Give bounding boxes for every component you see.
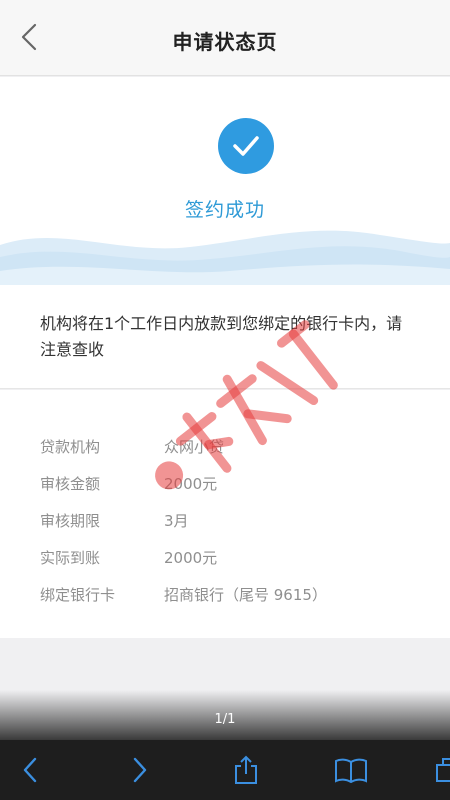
tabs-icon[interactable] — [430, 752, 450, 788]
detail-row: 实际到账 2000元 — [0, 539, 450, 576]
detail-row: 贷款机构 众网小贷 — [0, 428, 450, 465]
detail-value: 2000元 — [164, 475, 218, 493]
wave-decoration — [0, 230, 450, 285]
page-indicator: 1/1 — [214, 712, 236, 727]
detail-label: 实际到账 — [40, 549, 101, 567]
detail-label: 贷款机构 — [40, 438, 101, 456]
detail-row: 审核期限 3月 — [0, 502, 450, 539]
detail-value: 众网小贷 — [164, 438, 225, 456]
detail-row: 绑定银行卡 招商银行（尾号 9615） — [0, 576, 450, 613]
loan-details: 贷款机构 众网小贷 审核金额 2000元 审核期限 3月 实际到账 2000元 … — [0, 390, 450, 638]
share-icon[interactable] — [228, 752, 264, 788]
status-hero: 签约成功 — [0, 77, 450, 285]
page-title: 申请状态页 — [172, 30, 278, 54]
detail-value: 3月 — [164, 512, 189, 530]
detail-row: 审核金额 2000元 — [0, 465, 450, 502]
forward-icon[interactable] — [122, 752, 158, 788]
check-circle-icon — [218, 118, 274, 174]
detail-label: 绑定银行卡 — [40, 586, 116, 604]
disbursement-notice: 机构将在1个工作日内放款到您绑定的银行卡内，请注意查收 — [0, 285, 450, 389]
detail-label: 审核期限 — [40, 512, 101, 530]
detail-value: 2000元 — [164, 549, 218, 567]
back-icon[interactable] — [12, 752, 48, 788]
bookmarks-icon[interactable] — [333, 752, 369, 788]
detail-value: 招商银行（尾号 9615） — [164, 586, 327, 604]
detail-label: 审核金额 — [40, 475, 101, 493]
browser-toolbar — [0, 740, 450, 800]
navigation-bar: 申请状态页 — [0, 0, 450, 76]
